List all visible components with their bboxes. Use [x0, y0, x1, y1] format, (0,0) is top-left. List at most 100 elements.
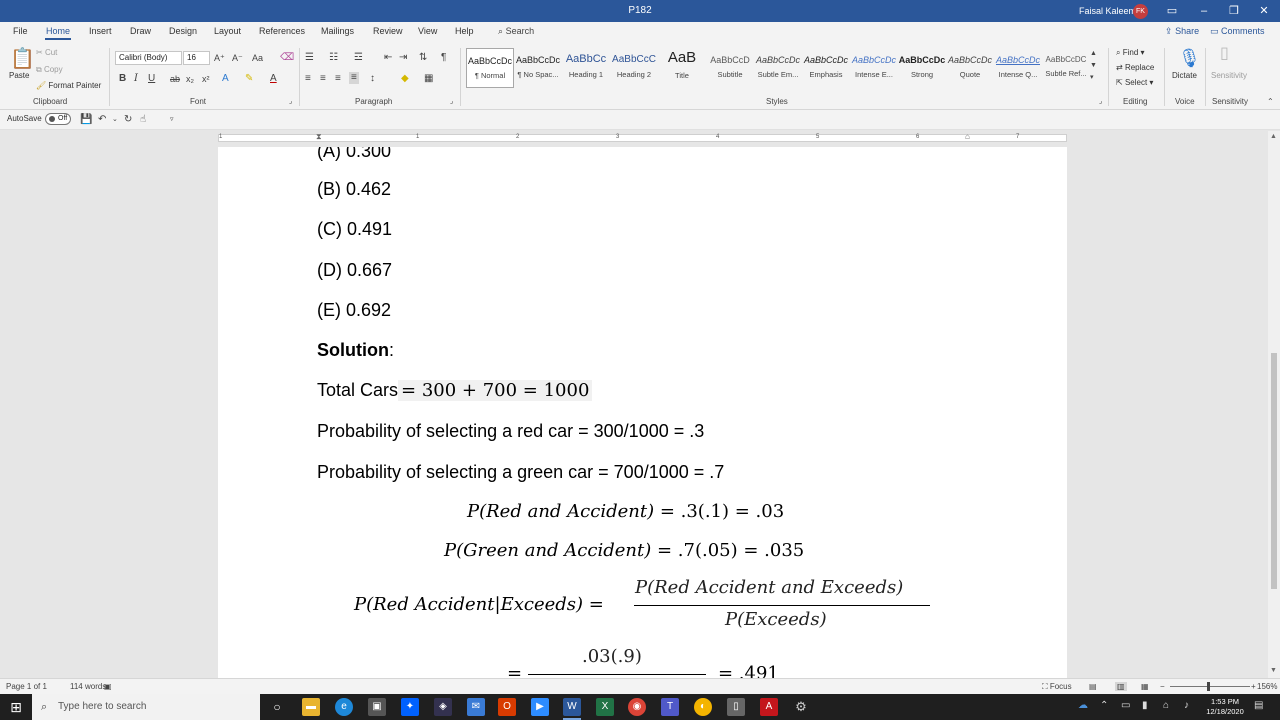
copy-button[interactable]: ⧉ Copy — [36, 65, 63, 75]
horizontal-ruler[interactable]: ⧗ 1 1 2 3 4 5 6 7 ⌂ — [0, 131, 1268, 145]
page-count[interactable]: Page 1 of 1 — [6, 682, 47, 691]
zoom-slider-thumb[interactable] — [1207, 682, 1210, 691]
minimize-icon[interactable]: – — [1194, 2, 1214, 20]
taskbar-search[interactable]: ⌕ Type here to search — [32, 694, 260, 720]
borders-icon[interactable]: ▦ — [424, 73, 433, 85]
onedrive-icon[interactable]: ☁ — [1078, 700, 1088, 711]
paste-icon[interactable]: 📋 — [10, 48, 35, 70]
tab-home[interactable]: Home — [45, 26, 72, 40]
tab-layout[interactable]: Layout — [213, 26, 242, 36]
decrease-indent-icon[interactable]: ⇤ — [384, 52, 392, 64]
tab-help[interactable]: Help — [454, 26, 475, 36]
grow-font-icon[interactable]: A⁺ — [214, 52, 225, 64]
change-case-icon[interactable]: Aa — [252, 52, 263, 64]
tray-chevron-icon[interactable]: ⌃ — [1100, 700, 1108, 711]
tell-me-search[interactable]: ⌕ Search — [498, 26, 534, 37]
tab-mailings[interactable]: Mailings — [320, 26, 355, 36]
tab-view[interactable]: View — [417, 26, 438, 36]
word-count[interactable]: 114 words — [70, 682, 106, 691]
tray-device-icon[interactable]: ▭ — [1121, 700, 1130, 711]
style-subtitle[interactable]: AaBbCcD Subtitle — [706, 48, 754, 88]
right-indent-marker-icon[interactable]: ⌂ — [965, 132, 970, 141]
windows-start-icon[interactable]: ⊞ — [0, 694, 32, 720]
style-heading-2[interactable]: AaBbCcC Heading 2 — [610, 48, 658, 88]
dictate-button[interactable]: Dictate — [1172, 71, 1197, 80]
style-quote[interactable]: AaBbCcDc Quote — [946, 48, 994, 88]
font-name-select[interactable]: Calibri (Body) — [115, 51, 182, 65]
underline-icon[interactable]: U — [148, 73, 155, 85]
tab-design[interactable]: Design — [168, 26, 198, 36]
visual-studio-icon[interactable]: ◈ — [434, 698, 452, 716]
settings-icon[interactable]: ⚙ — [792, 698, 810, 716]
font-dialog-launcher-icon[interactable]: ⌟ — [289, 96, 292, 108]
web-layout-icon[interactable]: ▦ — [1141, 682, 1149, 691]
align-left-icon[interactable]: ≡ — [305, 73, 311, 85]
scrollbar-thumb[interactable] — [1271, 353, 1277, 589]
style-subtle-reference[interactable]: AaBbCcDC Subtle Ref... — [1042, 48, 1090, 88]
justify-icon[interactable]: ≡ — [349, 72, 359, 84]
microphone-icon[interactable]: 🎙 — [1178, 47, 1201, 69]
notepad-icon[interactable]: ▯ — [727, 698, 745, 716]
style-title[interactable]: AaB Title — [658, 48, 706, 88]
comments-button[interactable]: ▭ Comments — [1210, 26, 1265, 37]
superscript-icon[interactable]: x² — [202, 73, 210, 85]
highlight-icon[interactable]: ✎ — [245, 73, 253, 85]
undo-icon[interactable]: ↶ — [98, 114, 106, 126]
acrobat-icon[interactable]: A — [760, 698, 778, 716]
scroll-down-icon[interactable]: ▼ — [1270, 667, 1277, 674]
vertical-scrollbar[interactable]: ▲ ▼ — [1268, 131, 1280, 678]
italic-icon[interactable]: I — [134, 73, 138, 85]
align-right-icon[interactable]: ≡ — [335, 73, 341, 85]
show-formatting-icon[interactable]: ¶ — [441, 52, 446, 64]
style-intense-emphasis[interactable]: AaBbCcDc Intense E... — [850, 48, 898, 88]
avatar[interactable]: FK — [1133, 4, 1148, 19]
user-name[interactable]: Faisal Kaleem — [1079, 6, 1136, 16]
restore-icon[interactable]: ❐ — [1224, 2, 1244, 20]
shrink-font-icon[interactable]: A⁻ — [232, 52, 243, 64]
collapse-ribbon-icon[interactable]: ⌃ — [1267, 96, 1274, 108]
dropbox-icon[interactable]: ✦ — [401, 698, 419, 716]
chrome-icon[interactable]: ◉ — [628, 698, 646, 716]
file-explorer-icon[interactable]: ▬ — [302, 698, 320, 716]
replace-button[interactable]: ⇄ Replace — [1116, 63, 1154, 72]
network-icon[interactable]: ⌂ — [1163, 700, 1169, 711]
system-clock[interactable]: 1:53 PM 12/18/2020 — [1204, 697, 1246, 717]
zoom-in-icon[interactable]: + — [1251, 682, 1256, 691]
find-button[interactable]: ⌕ Find ▾ — [1116, 48, 1145, 58]
browser-icon[interactable]: ◐ — [694, 698, 712, 716]
select-button[interactable]: ⇱ Select ▾ — [1116, 78, 1153, 87]
increase-indent-icon[interactable]: ⇥ — [399, 52, 407, 64]
format-painter-button[interactable]: 🖌 Format Painter — [36, 81, 101, 90]
teams-icon[interactable]: T — [661, 698, 679, 716]
cortana-icon[interactable]: ○ — [268, 698, 286, 716]
customize-qat-icon[interactable]: ▿ — [170, 114, 174, 126]
scroll-up-icon[interactable]: ▲ — [1270, 133, 1277, 140]
font-size-select[interactable]: 16 — [183, 51, 210, 65]
store-icon[interactable]: ▣ — [368, 698, 386, 716]
zoom-level[interactable]: 156% — [1257, 682, 1277, 691]
volume-icon[interactable]: ♪ — [1184, 700, 1189, 711]
sort-icon[interactable]: ⇅ — [419, 52, 427, 64]
bold-icon[interactable]: B — [119, 73, 126, 85]
redo-icon[interactable]: ↻ — [124, 114, 132, 126]
close-icon[interactable]: ✕ — [1254, 2, 1274, 20]
touch-mode-icon[interactable]: ☝ — [140, 114, 146, 126]
align-center-icon[interactable]: ≡ — [320, 73, 326, 85]
style-strong[interactable]: AaBbCcDc Strong — [898, 48, 946, 88]
bullets-icon[interactable]: ☰ — [305, 52, 314, 64]
multilevel-list-icon[interactable]: ☲ — [354, 52, 363, 64]
notifications-icon[interactable]: ▤ — [1254, 700, 1263, 711]
ribbon-display-options-icon[interactable]: ▭ — [1162, 2, 1182, 20]
zoom-app-icon[interactable]: ▶ — [531, 698, 549, 716]
tab-file[interactable]: File — [12, 26, 29, 36]
numbering-icon[interactable]: ☷ — [329, 52, 338, 64]
shading-icon[interactable]: ◆ — [401, 73, 409, 85]
styles-more-icon[interactable]: ▲ ▼ ▾ — [1090, 48, 1097, 84]
focus-button[interactable]: ⛶ Focus — [1042, 682, 1072, 692]
mail-icon[interactable]: ✉ — [467, 698, 485, 716]
document-page[interactable]: (A) 0.300 (B) 0.462 (C) 0.491 (D) 0.667 … — [218, 147, 1067, 678]
print-layout-icon[interactable]: ▥ — [1115, 682, 1127, 691]
font-color-icon[interactable]: A — [270, 73, 277, 85]
word-icon[interactable]: W — [563, 698, 581, 720]
tab-insert[interactable]: Insert — [88, 26, 113, 36]
